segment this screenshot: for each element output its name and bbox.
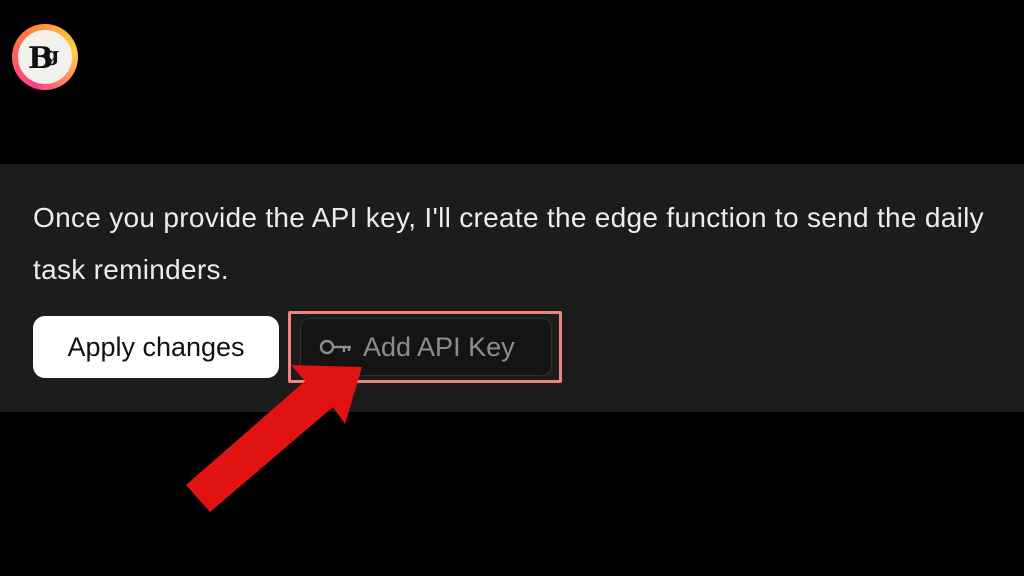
bg-logo-icon: B g bbox=[18, 30, 72, 84]
assistant-message-panel: Once you provide the API key, I'll creat… bbox=[0, 164, 1024, 412]
add-api-key-label: Add API Key bbox=[363, 331, 515, 362]
svg-text:g: g bbox=[45, 42, 59, 66]
brand-logo: B g bbox=[12, 24, 78, 90]
add-api-key-button[interactable]: Add API Key bbox=[300, 318, 552, 376]
screen: B g Once you provide the API key, I'll c… bbox=[0, 0, 1024, 576]
apply-changes-button[interactable]: Apply changes bbox=[33, 316, 279, 378]
assistant-message-text: Once you provide the API key, I'll creat… bbox=[33, 202, 984, 285]
apply-changes-label: Apply changes bbox=[67, 331, 245, 362]
key-icon bbox=[319, 339, 351, 355]
